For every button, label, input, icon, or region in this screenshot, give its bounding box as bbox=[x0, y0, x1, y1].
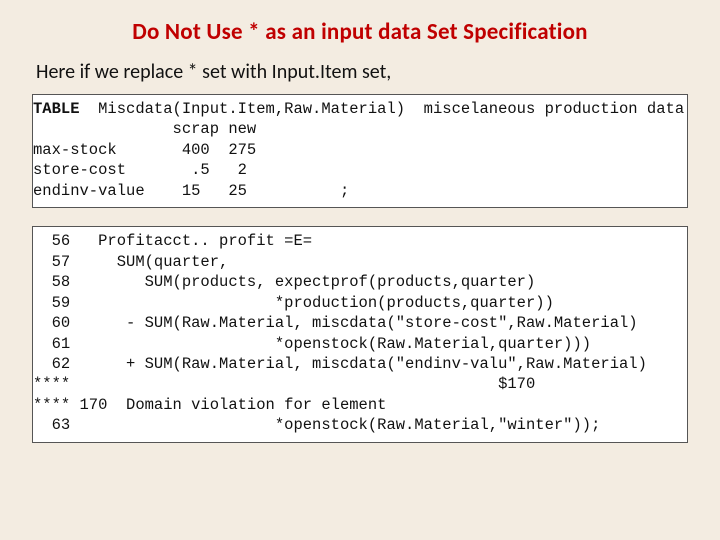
table-definition-panel: TABLE Miscdata(Input.Item,Raw.Material) … bbox=[32, 94, 688, 208]
table-definition-code: TABLE Miscdata(Input.Item,Raw.Material) … bbox=[33, 95, 687, 207]
gams-code-panel: 56 Profitacct.. profit =E= 57 SUM(quarte… bbox=[32, 226, 688, 443]
gams-code: 56 Profitacct.. profit =E= 57 SUM(quarte… bbox=[33, 227, 687, 442]
intro-text: Here if we replace * set with Input.Item… bbox=[36, 60, 692, 84]
page-title: Do Not Use * as an input data Set Specif… bbox=[28, 18, 692, 46]
